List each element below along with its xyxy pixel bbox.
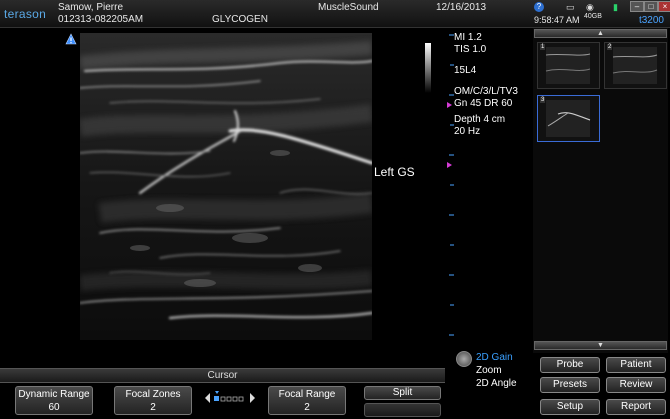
knob-option-zoom[interactable]: Zoom [476, 364, 517, 377]
patient-id: 012313-082205AM [58, 14, 144, 25]
focal-right-arrow-icon [250, 393, 255, 403]
exam-type: GLYCOGEN [212, 14, 268, 25]
gain-knob-icon[interactable] [456, 351, 472, 367]
thumbnail-label: 3 [540, 97, 546, 103]
depth-value: Depth 4 cm [454, 114, 506, 125]
focal-zone-indicator[interactable] [203, 388, 257, 408]
imaging-parameters: MI 1.2 TIS 1.0 15L4 OM/C/3/L/TV3 Gn 45 D… [454, 32, 518, 138]
close-button[interactable]: × [658, 1, 670, 12]
minimize-button[interactable]: – [630, 1, 644, 12]
institution-name: MuscleSound [318, 2, 379, 13]
focal-range-control[interactable]: Focal Range 2 [268, 386, 346, 415]
focal-zones-control[interactable]: Focal Zones 2 [114, 386, 192, 415]
patient-name: Samow, Pierre [58, 2, 124, 13]
image-annotation[interactable]: Left GS [374, 165, 415, 179]
storage-label: 40GB [584, 13, 602, 20]
app-logo: terason [4, 7, 47, 21]
dynamic-range-label: Dynamic Range [18, 389, 90, 400]
mi-value: MI 1.2 [454, 32, 482, 43]
power-icon: ▮ [613, 2, 618, 12]
split-secondary-button[interactable] [364, 403, 441, 417]
battery-icon: ▭ [566, 2, 575, 12]
tis-value: TIS 1.0 [454, 44, 487, 55]
gain-dr-value: Gn 45 DR 60 [454, 98, 513, 109]
thumbnail-scroll-up-button[interactable]: ▲ [534, 29, 667, 38]
top-bar: terason Samow, Pierre 012313-082205AM GL… [0, 0, 670, 28]
probe-button[interactable]: Probe [540, 357, 600, 373]
knob-option-2d-angle[interactable]: 2D Angle [476, 377, 517, 390]
storage-icon: ◉ [586, 2, 594, 12]
warning-icon[interactable] [65, 33, 77, 45]
focal-zones-label: Focal Zones [125, 389, 181, 400]
review-button[interactable]: Review [606, 377, 666, 393]
focal-range-label: Focal Range [278, 389, 336, 400]
probe-name: 15L4 [454, 65, 477, 76]
report-button[interactable]: Report [606, 399, 666, 415]
knob-option-2d-gain[interactable]: 2D Gain [476, 351, 517, 364]
thumbnail-3[interactable]: 3 [537, 95, 600, 142]
presets-button[interactable]: Presets [540, 377, 600, 393]
thumbnail-scroll-down-button[interactable]: ▼ [534, 341, 667, 350]
cursor-bar[interactable]: Cursor [0, 368, 445, 383]
probe-model: t3200 [638, 15, 664, 26]
maximize-button[interactable]: □ [644, 1, 658, 12]
ultrasound-image[interactable] [80, 33, 372, 340]
thumbnail-2[interactable]: 2 [604, 42, 667, 89]
exam-date: 12/16/2013 [436, 2, 487, 13]
thumbnail-image [546, 100, 591, 137]
frame-rate: 20 Hz [454, 126, 481, 137]
thumbnail-label: 2 [607, 44, 613, 50]
ultrasound-texture [80, 33, 372, 340]
setup-button[interactable]: Setup [540, 399, 600, 415]
thumbnail-label: 1 [540, 44, 546, 50]
dynamic-range-value: 60 [48, 402, 60, 413]
split-button[interactable]: Split [364, 386, 441, 400]
dynamic-range-control[interactable]: Dynamic Range 60 [15, 386, 93, 415]
thumbnail-image [612, 47, 658, 84]
patient-button[interactable]: Patient [606, 357, 666, 373]
preset-name: OM/C/3/L/TV3 [454, 86, 518, 97]
focal-zones-value: 2 [150, 402, 156, 413]
knob-function-menu: 2D Gain Zoom 2D Angle [476, 351, 517, 390]
thumbnail-1[interactable]: 1 [537, 42, 600, 89]
clock-time: 9:58:47 AM [534, 15, 580, 25]
focal-range-value: 2 [304, 402, 310, 413]
thumbnail-image [545, 47, 591, 84]
help-icon[interactable]: ? [534, 2, 544, 12]
grayscale-bar [425, 43, 431, 93]
focal-left-arrow-icon [205, 393, 210, 403]
